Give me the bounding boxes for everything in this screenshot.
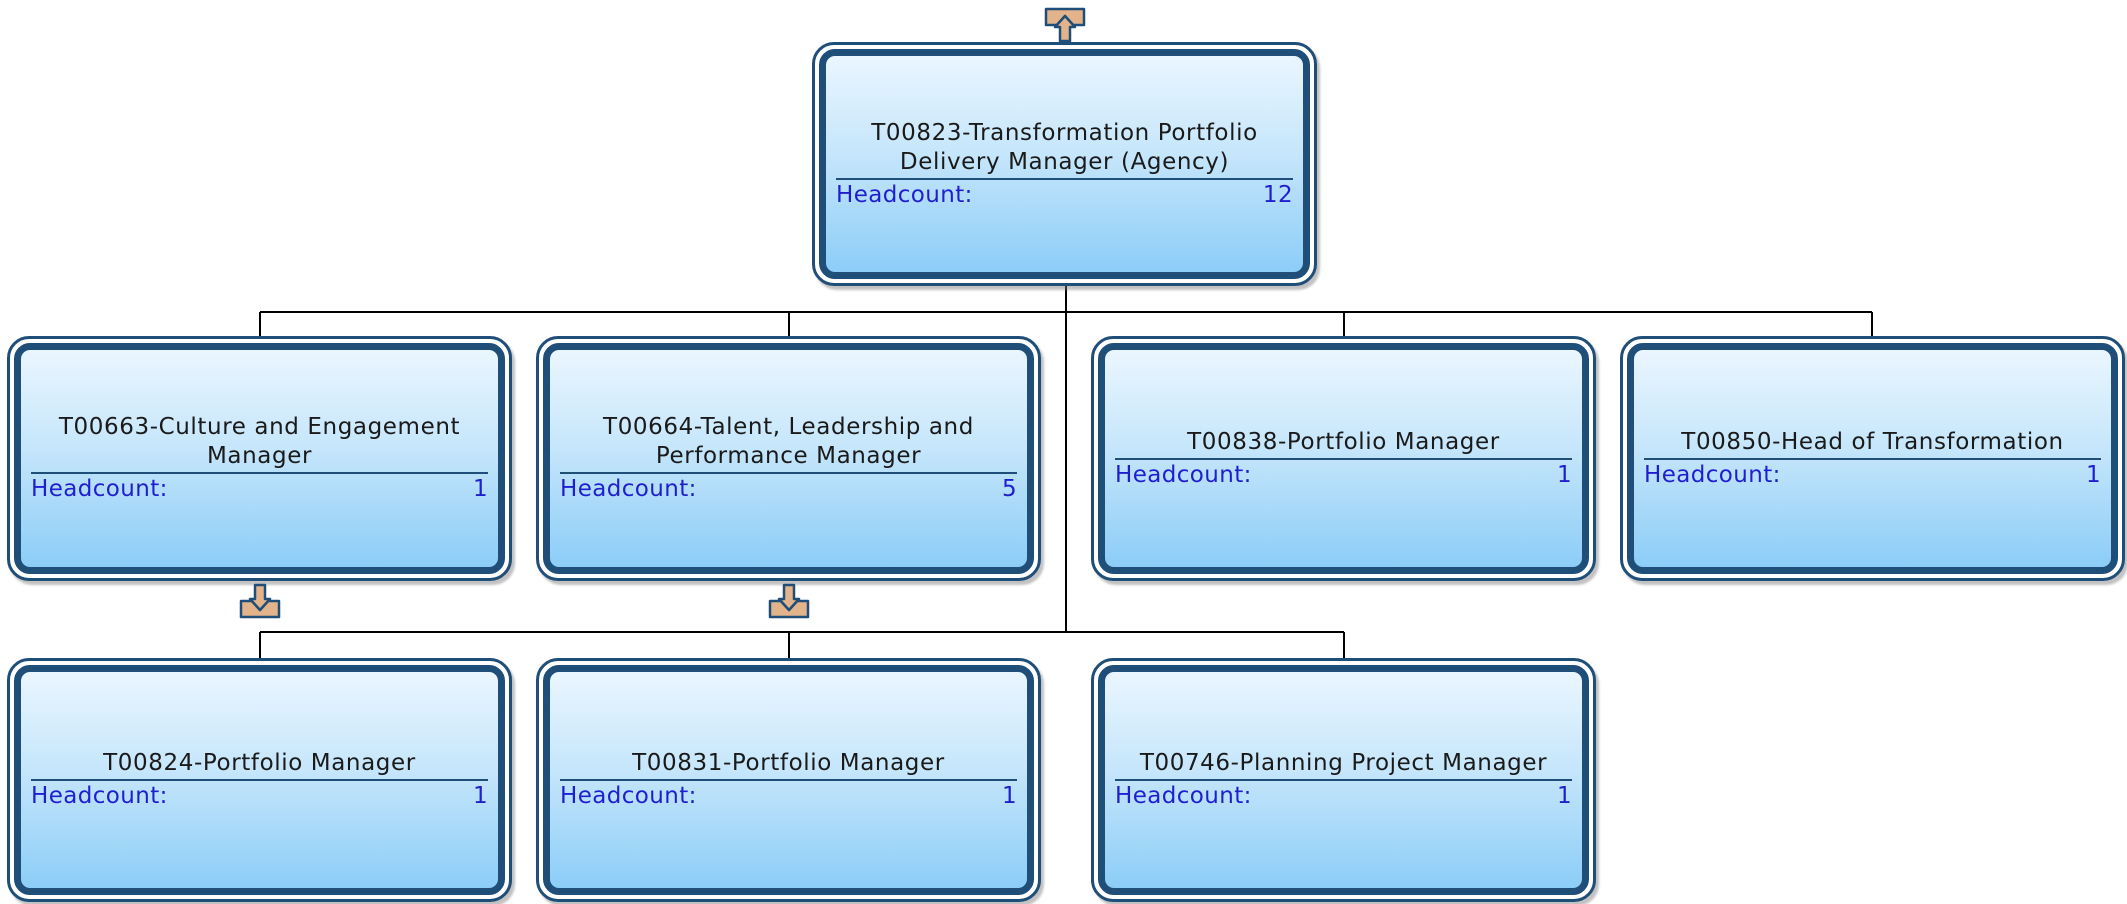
headcount-label: Headcount: [560,476,697,502]
headcount-row: Headcount: 1 [31,781,488,811]
org-node-body[interactable]: T00831-Portfolio Manager Headcount: 1 [543,665,1034,895]
headcount-row: Headcount: 1 [1644,460,2101,490]
node-title: T00824-Portfolio Manager [31,749,488,781]
headcount-label: Headcount: [31,783,168,809]
node-title: T00663-Culture and Engagement Manager [31,413,488,474]
org-node-t00831[interactable]: T00831-Portfolio Manager Headcount: 1 [536,658,1041,902]
headcount-row: Headcount: 1 [560,781,1017,811]
org-node-t00746[interactable]: T00746-Planning Project Manager Headcoun… [1091,658,1596,902]
headcount-label: Headcount: [1644,461,1781,488]
headcount-row: Headcount: 1 [1115,781,1572,811]
expand-down-button[interactable] [768,583,810,619]
expand-down-button[interactable] [239,583,281,619]
arrow-down-icon [239,583,281,619]
org-node-body[interactable]: T00746-Planning Project Manager Headcoun… [1098,665,1589,895]
headcount-label: Headcount: [1115,461,1252,488]
headcount-value: 1 [1556,461,1572,488]
node-title: T00850-Head of Transformation [1644,428,2101,460]
node-title: T00831-Portfolio Manager [560,749,1017,781]
org-node-body[interactable]: T00823-Transformation Portfolio Delivery… [819,49,1310,279]
headcount-value: 1 [1001,783,1017,809]
headcount-label: Headcount: [560,783,697,809]
node-title: T00664-Talent, Leadership and Performanc… [560,413,1017,474]
node-title: T00746-Planning Project Manager [1115,749,1572,781]
headcount-value: 1 [2085,461,2101,488]
org-node-body[interactable]: T00663-Culture and Engagement Manager He… [14,343,505,574]
arrow-up-icon [1044,7,1086,43]
node-title: T00838-Portfolio Manager [1115,428,1572,460]
arrow-down-icon [768,583,810,619]
headcount-value: 1 [472,783,488,809]
headcount-row: Headcount: 5 [560,474,1017,504]
org-node-t00838[interactable]: T00838-Portfolio Manager Headcount: 1 [1091,336,1596,581]
headcount-value: 12 [1262,181,1293,208]
node-title: T00823-Transformation Portfolio Delivery… [836,119,1293,180]
headcount-row: Headcount: 1 [1115,460,1572,490]
org-node-t00664[interactable]: T00664-Talent, Leadership and Performanc… [536,336,1041,581]
org-node-body[interactable]: T00838-Portfolio Manager Headcount: 1 [1098,343,1589,574]
headcount-row: Headcount: 12 [836,180,1293,210]
headcount-label: Headcount: [31,476,168,502]
org-node-t00823[interactable]: T00823-Transformation Portfolio Delivery… [812,42,1317,286]
org-node-body[interactable]: T00824-Portfolio Manager Headcount: 1 [14,665,505,895]
org-node-body[interactable]: T00850-Head of Transformation Headcount:… [1627,343,2118,574]
org-node-t00663[interactable]: T00663-Culture and Engagement Manager He… [7,336,512,581]
headcount-label: Headcount: [836,181,973,208]
headcount-value: 5 [1001,476,1017,502]
headcount-row: Headcount: 1 [31,474,488,504]
org-node-body[interactable]: T00664-Talent, Leadership and Performanc… [543,343,1034,574]
org-node-t00850[interactable]: T00850-Head of Transformation Headcount:… [1620,336,2125,581]
headcount-value: 1 [1556,783,1572,809]
headcount-label: Headcount: [1115,783,1252,809]
expand-up-button[interactable] [1044,7,1086,43]
org-node-t00824[interactable]: T00824-Portfolio Manager Headcount: 1 [7,658,512,902]
headcount-value: 1 [472,476,488,502]
